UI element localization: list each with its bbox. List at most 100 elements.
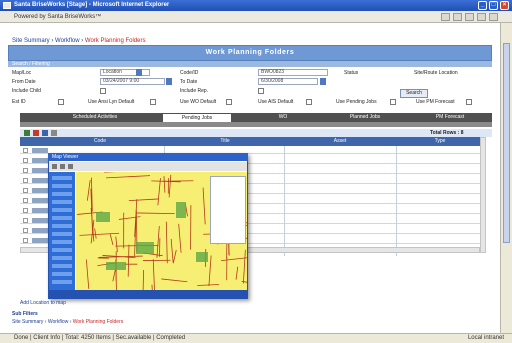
include-child-checkbox[interactable] <box>100 88 106 94</box>
map-loc-select[interactable]: Location <box>100 69 150 76</box>
row-id-cell <box>32 168 48 173</box>
row-checkbox[interactable] <box>23 168 28 173</box>
row-checkbox[interactable] <box>23 218 28 223</box>
col-header-title[interactable]: Title <box>170 137 280 146</box>
home-icon[interactable] <box>441 13 450 21</box>
map-layer-item[interactable] <box>52 216 72 220</box>
row-checkbox[interactable] <box>23 228 28 233</box>
row-id-cell <box>32 218 48 223</box>
map-layer-item[interactable] <box>52 176 72 180</box>
pm-forecast-checkbox[interactable] <box>466 99 472 105</box>
map-layer-item[interactable] <box>52 208 72 212</box>
export-icon[interactable] <box>51 130 57 136</box>
row-id-cell <box>32 198 48 203</box>
map-layer-item[interactable] <box>52 240 72 244</box>
code-input[interactable]: BWO0823 <box>258 69 328 76</box>
breadcrumb-prefix[interactable]: Site Summary › Workflow › <box>12 38 83 44</box>
map-icon[interactable] <box>42 130 48 136</box>
pan-icon[interactable] <box>68 164 73 169</box>
from-date-label: From Date <box>12 79 36 85</box>
total-rows-label: Total Rows : 8 <box>430 130 464 136</box>
col-divider <box>396 146 397 256</box>
zoom-in-icon[interactable] <box>52 164 57 169</box>
map-layer-item[interactable] <box>52 272 72 276</box>
row-checkbox[interactable] <box>23 148 28 153</box>
col-header-asset[interactable]: Asset <box>290 137 390 146</box>
row-id-cell <box>32 178 48 183</box>
map-layer-item[interactable] <box>52 200 72 204</box>
address-text[interactable]: Powered by Santa BriseWorks™ <box>14 13 314 21</box>
calendar-icon[interactable] <box>320 78 326 85</box>
ais-default-checkbox[interactable] <box>306 99 312 105</box>
map-layer-item[interactable] <box>52 248 72 252</box>
delete-icon[interactable] <box>33 130 39 136</box>
row-checkbox[interactable] <box>23 238 28 243</box>
zoom-out-icon[interactable] <box>60 164 65 169</box>
map-layer-item[interactable] <box>52 224 72 228</box>
sub-filters-heading: Sub Filters <box>12 311 38 317</box>
map-layer-item[interactable] <box>52 280 72 284</box>
pending-jobs-label: Use Pending Jobs <box>336 99 377 105</box>
row-checkbox[interactable] <box>23 208 28 213</box>
map-park-area <box>196 252 208 262</box>
row-id-cell <box>32 208 48 213</box>
tab-wo[interactable]: WO <box>258 113 308 122</box>
from-date-input[interactable]: 03/24/2007 9:00 <box>100 78 165 85</box>
maximize-icon[interactable]: □ <box>489 1 498 10</box>
add-location-link[interactable]: Add Location to map <box>20 300 66 306</box>
map-layer-item[interactable] <box>52 264 72 268</box>
page-icon[interactable] <box>477 13 486 21</box>
include-rep-checkbox[interactable] <box>258 88 264 94</box>
grid-vertical-scrollbar[interactable] <box>480 137 486 253</box>
row-checkbox[interactable] <box>23 158 28 163</box>
col-header-type[interactable]: Type <box>400 137 480 146</box>
row-id-cell <box>32 238 48 243</box>
breadcrumb: Site Summary › Workflow › Work Planning … <box>12 38 146 44</box>
breadcrumb-bottom: Site Summary › Workflow › Work Planning … <box>12 319 123 325</box>
wo-default-checkbox[interactable] <box>226 99 232 105</box>
tools-icon[interactable] <box>489 13 498 21</box>
wo-default-label: Use WO Default <box>180 99 217 105</box>
window-title: Santa BriseWorks [Stage] - Microsoft Int… <box>14 2 170 8</box>
est-id-checkbox[interactable] <box>58 99 64 105</box>
browser-toolbar <box>441 13 498 21</box>
row-checkbox[interactable] <box>23 198 28 203</box>
page-vertical-scrollbar[interactable] <box>500 23 512 333</box>
map-park-area <box>106 262 126 270</box>
site-route-label: Site/Route Location <box>414 70 458 76</box>
print-icon[interactable] <box>465 13 474 21</box>
ansi-default-label: Use Ansi Lyn Default <box>88 99 135 105</box>
add-icon[interactable] <box>24 130 30 136</box>
refresh-icon[interactable] <box>453 13 462 21</box>
col-header-code[interactable]: Code <box>60 137 140 146</box>
scroll-thumb[interactable] <box>503 43 510 243</box>
include-rep-label: Include Rep. <box>180 88 209 94</box>
browser-statusbar: Done | Client Info | Total: 4250 Items |… <box>0 333 512 343</box>
pending-jobs-checkbox[interactable] <box>390 99 396 105</box>
tab-pending-jobs[interactable]: Pending Jobs <box>162 113 232 122</box>
search-button[interactable]: Search <box>400 89 428 98</box>
minimize-icon[interactable]: _ <box>478 1 487 10</box>
row-checkbox[interactable] <box>23 178 28 183</box>
close-icon[interactable]: × <box>500 1 509 10</box>
tab-subbar <box>20 122 492 127</box>
breadcrumb-prefix[interactable]: Site Summary › Workflow › <box>12 319 71 325</box>
chevron-down-icon[interactable] <box>136 69 142 76</box>
map-layer-item[interactable] <box>52 192 72 196</box>
security-zone: Local intranet <box>467 335 504 341</box>
map-popup-statusbar <box>49 290 247 298</box>
map-popup-title[interactable]: Map Viewer <box>48 153 248 161</box>
to-date-input[interactable]: 6/30/2008 <box>258 78 318 85</box>
calendar-icon[interactable] <box>166 78 172 85</box>
tab-scheduled[interactable]: Scheduled Activities <box>60 113 130 122</box>
map-layer-item[interactable] <box>52 256 72 260</box>
map-layer-item[interactable] <box>52 232 72 236</box>
window-titlebar: Santa BriseWorks [Stage] - Microsoft Int… <box>0 0 512 11</box>
tab-pm-forecast[interactable]: PM Forecast <box>420 113 480 122</box>
row-checkbox[interactable] <box>23 188 28 193</box>
tab-planned-jobs[interactable]: Planned Jobs <box>330 113 400 122</box>
map-layer-item[interactable] <box>52 184 72 188</box>
code-label: Code/ID <box>180 70 199 76</box>
ansi-default-checkbox[interactable] <box>150 99 156 105</box>
breadcrumb-current: Work Planning Folders <box>84 38 146 44</box>
